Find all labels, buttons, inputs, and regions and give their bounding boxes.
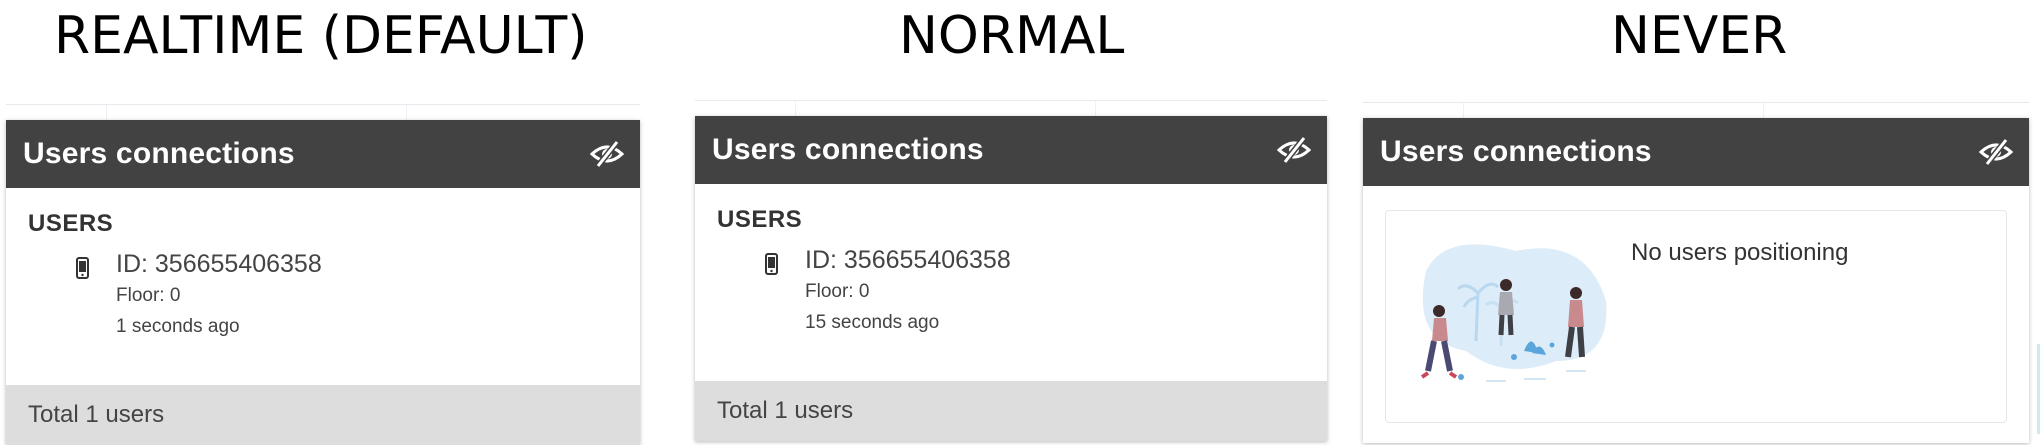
users-connections-panel: Users connections USERS ID: 356655406358…: [6, 120, 640, 445]
users-connections-panel: Users connections No users positioning: [1363, 118, 2029, 443]
panel-title: Users connections: [1380, 135, 1652, 168]
never-column: Users connections No users positioning: [1363, 102, 2029, 443]
realtime-column: Users connections USERS ID: 356655406358…: [6, 104, 640, 445]
panel-body: USERS ID: 356655406358 Floor: 0 1 second…: [6, 188, 640, 373]
panel-header: Users connections: [1363, 118, 2029, 186]
caption-realtime: REALTIME (DEFAULT): [54, 6, 588, 66]
users-connections-panel: Users connections USERS ID: 356655406358…: [695, 116, 1327, 441]
panel-footer: Total 1 users: [695, 381, 1327, 441]
eye-slash-icon[interactable]: [590, 140, 624, 168]
panel-title: Users connections: [712, 133, 984, 166]
user-id: ID: 356655406358: [805, 246, 1011, 274]
panel-footer: Total 1 users: [6, 385, 640, 445]
normal-column: Users connections USERS ID: 356655406358…: [695, 100, 1327, 441]
empty-state-card: No users positioning: [1385, 210, 2007, 423]
eye-slash-icon[interactable]: [1979, 138, 2013, 166]
panel-header: Users connections: [695, 116, 1327, 184]
user-id: ID: 356655406358: [116, 250, 322, 278]
user-item[interactable]: ID: 356655406358 Floor: 0 15 seconds ago: [717, 244, 1327, 338]
eye-slash-icon[interactable]: [1277, 136, 1311, 164]
user-floor: Floor: 0: [805, 281, 870, 302]
panel-body: USERS ID: 356655406358 Floor: 0 15 secon…: [695, 184, 1327, 369]
empty-state-text: No users positioning: [1631, 239, 1849, 266]
users-section-label: USERS: [28, 210, 114, 237]
caption-normal: NORMAL: [899, 6, 1125, 66]
user-last-seen: 15 seconds ago: [805, 312, 940, 333]
user-floor: Floor: 0: [116, 285, 181, 306]
user-last-seen: 1 seconds ago: [116, 316, 240, 337]
panel-header: Users connections: [6, 120, 640, 188]
total-users-text: Total 1 users: [717, 397, 854, 424]
caption-never: NEVER: [1611, 6, 1788, 66]
user-item[interactable]: ID: 356655406358 Floor: 0 1 seconds ago: [28, 248, 640, 342]
panel-title: Users connections: [23, 137, 295, 170]
total-users-text: Total 1 users: [28, 401, 165, 428]
users-section-label: USERS: [717, 206, 803, 233]
